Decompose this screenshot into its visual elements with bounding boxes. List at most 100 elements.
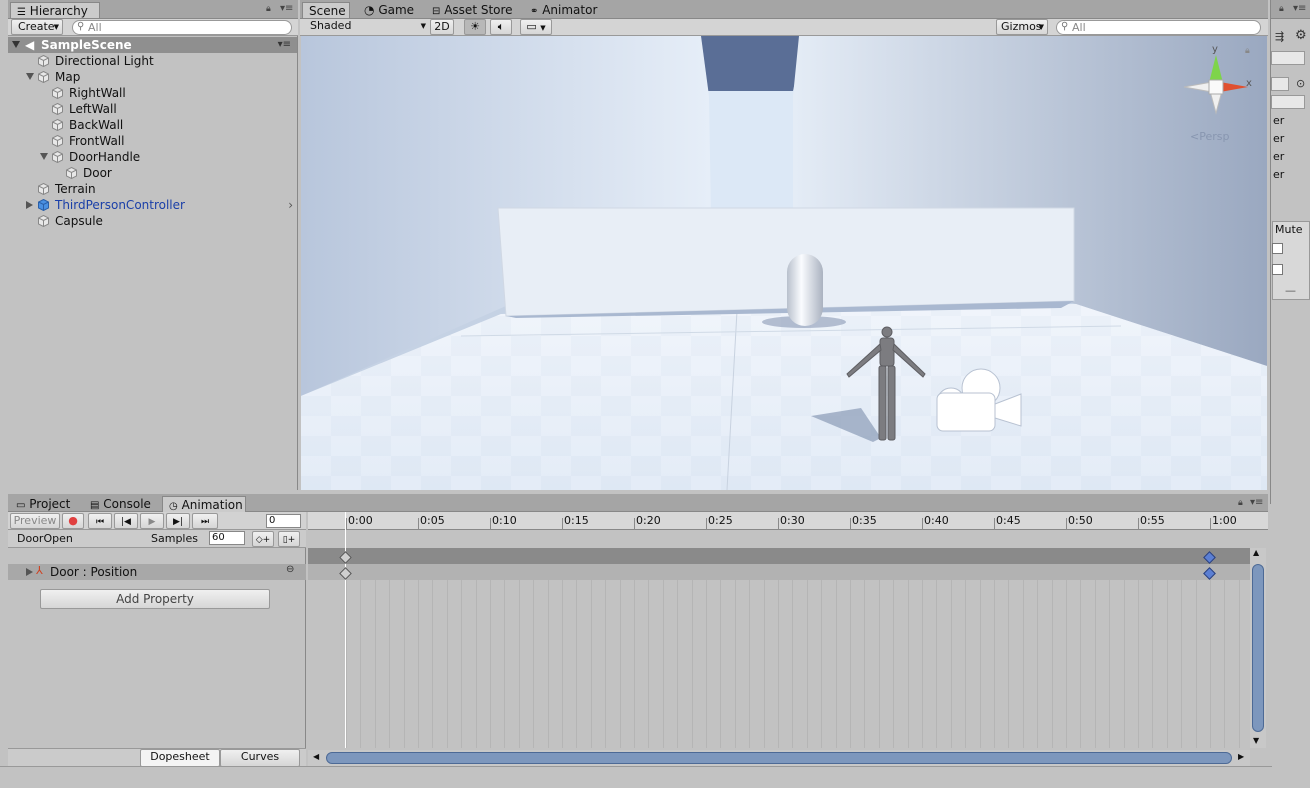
component-settings-icon[interactable]: ⇶ [1275, 30, 1284, 43]
record-button[interactable]: ● [62, 513, 84, 529]
audio-toggle[interactable]: 🔈︎ [490, 19, 512, 35]
samples-input[interactable]: 60 [209, 531, 245, 545]
inspector-row-1: er [1273, 114, 1285, 127]
scroll-right-icon[interactable]: ▶ [1238, 752, 1244, 761]
next-key-button[interactable]: ▶| [166, 513, 190, 529]
summary-track [308, 548, 1250, 564]
horizontal-scroll-thumb[interactable] [326, 752, 1232, 764]
tab-animation[interactable]: ◷ Animation [162, 496, 246, 512]
panel-menu-icon[interactable]: ▾≡ [1293, 3, 1306, 14]
timeline-major-tick [634, 518, 635, 530]
tab-hierarchy[interactable]: ☰ Hierarchy [10, 2, 100, 18]
hierarchy-item-capsule[interactable]: Capsule [8, 213, 297, 229]
clip-selector[interactable]: DoorOpen [17, 532, 73, 545]
timeline-grid-line [1239, 580, 1240, 748]
tab-console[interactable]: ▤ Console [84, 496, 157, 512]
lighting-toggle[interactable]: ☀ [464, 19, 486, 35]
target-icon[interactable]: ⊙ [1296, 77, 1305, 90]
timeline-grid-line [778, 580, 779, 748]
prev-key-button[interactable]: |◀ [114, 513, 138, 529]
horizontal-scrollbar[interactable]: ◀ ▶ [308, 750, 1250, 766]
tab-animator[interactable]: ⚭ Animator [524, 2, 603, 18]
scroll-left-icon[interactable]: ◀ [313, 752, 319, 761]
scroll-down-icon[interactable]: ▼ [1253, 736, 1259, 745]
animator-icon: ⚭ [530, 6, 539, 17]
timeline-grid-line [879, 580, 880, 748]
frame-input[interactable]: 0 [266, 514, 301, 528]
expand-arrow-icon[interactable] [26, 73, 34, 80]
remove-property-icon[interactable]: ⊖ [286, 564, 294, 575]
hierarchy-item-directional-light[interactable]: Directional Light [8, 53, 297, 69]
timeline-major-tick [490, 518, 491, 530]
mute-checkbox[interactable] [1272, 264, 1283, 275]
scene-viewport[interactable]: y x 🔒︎ <Persp [301, 36, 1267, 490]
lock-icon[interactable]: 🔒︎ [1238, 498, 1243, 508]
add-property-button[interactable]: Add Property [40, 589, 270, 609]
lock-icon[interactable]: 🔒︎ [1245, 46, 1250, 56]
hierarchy-item-rightwall[interactable]: RightWall [8, 85, 297, 101]
inspector-field-2[interactable] [1271, 77, 1289, 91]
preview-button[interactable]: Preview [10, 513, 60, 529]
hierarchy-item-backwall[interactable]: BackWall [8, 117, 297, 133]
collapsed-arrow-icon[interactable] [26, 568, 33, 576]
add-keyframe-icon: ◇+ [255, 535, 271, 545]
remove-icon[interactable]: — [1285, 284, 1296, 297]
property-row[interactable]: ⅄ Door : Position ⊖ [8, 564, 306, 580]
gizmos-dropdown[interactable]: Gizmos ▼ [996, 19, 1048, 35]
sun-icon: ☀ [470, 20, 480, 33]
hierarchy-item-terrain[interactable]: Terrain [8, 181, 297, 197]
effects-dropdown[interactable]: ▭ ▼ [520, 19, 552, 35]
scene-search-input[interactable]: All [1056, 20, 1261, 35]
scene-row[interactable]: ◀ SampleScene ▾≡ [8, 37, 297, 53]
hierarchy-item-leftwall[interactable]: LeftWall [8, 101, 297, 117]
dopesheet-area[interactable]: 0:00 0:05 0:10 0:15 0:20 0:25 0:30 0:35 0:40 0:45… [308, 512, 1268, 766]
tab-game[interactable]: ◔ Game [358, 2, 420, 18]
gear-icon[interactable]: ⚙ [1295, 28, 1307, 43]
expand-arrow-icon[interactable] [40, 153, 48, 160]
curves-button[interactable]: Curves [220, 749, 300, 767]
mute-checkbox[interactable] [1272, 243, 1283, 254]
add-event-button[interactable]: ▯+ [278, 531, 300, 547]
inspector-field-3[interactable] [1271, 95, 1305, 109]
play-button[interactable]: ▶ [140, 513, 164, 529]
first-key-button[interactable]: ⏮ [88, 513, 112, 529]
tab-project[interactable]: ▭ Project [10, 496, 76, 512]
tab-asset-store[interactable]: ⊟ Asset Store [426, 2, 519, 18]
hierarchy-item-doorhandle[interactable]: DoorHandle [8, 149, 297, 165]
prefab-icon [38, 199, 49, 211]
lock-icon[interactable]: 🔒︎ [1279, 4, 1284, 14]
timeline-grid-line [677, 580, 678, 748]
collapsed-arrow-icon[interactable] [26, 201, 33, 209]
dopesheet-button[interactable]: Dopesheet [140, 749, 220, 767]
time-ruler[interactable]: 0:00 0:05 0:10 0:15 0:20 0:25 0:30 0:35 0:40 0:45… [308, 512, 1268, 530]
hierarchy-item-door[interactable]: Door [8, 165, 297, 181]
add-keyframe-button[interactable]: ◇+ [252, 531, 274, 547]
timeline-grid-line [504, 580, 505, 748]
panel-menu-icon[interactable]: ▾≡ [280, 3, 293, 14]
panel-menu-icon[interactable]: ▾≡ [1250, 497, 1263, 508]
last-key-button[interactable]: ⏭ [192, 513, 218, 529]
hierarchy-item-thirdpersoncontroller[interactable]: ThirdPersonController › [8, 197, 297, 213]
hierarchy-search-input[interactable]: All [72, 20, 292, 35]
projection-toggle[interactable]: <Persp [1190, 130, 1229, 143]
create-button[interactable]: Create ▼ [11, 19, 63, 35]
tab-scene[interactable]: Scene [302, 2, 350, 18]
shading-mode-dropdown[interactable]: Shaded ▼ [304, 19, 426, 35]
inspector-field-1[interactable] [1271, 51, 1305, 65]
expand-arrow-icon[interactable] [12, 41, 20, 48]
dropdown-arrow-icon: ▼ [1038, 23, 1044, 31]
scene-menu-icon[interactable]: ▾≡ [278, 37, 291, 53]
vertical-scroll-thumb[interactable] [1252, 564, 1264, 732]
hierarchy-item-map[interactable]: Map [8, 69, 297, 85]
timeline-major-tick [346, 518, 347, 530]
chevron-right-icon[interactable]: › [288, 197, 293, 213]
timeline-grid-line [346, 580, 347, 748]
scroll-up-icon[interactable]: ▲ [1253, 548, 1259, 557]
timeline-tick-label: 0:05 [420, 514, 445, 527]
unity-scene-icon: ◀ [25, 38, 35, 52]
toggle-2d-button[interactable]: 2D [430, 19, 454, 35]
vertical-scrollbar[interactable]: ▲ ▼ [1250, 548, 1266, 748]
hierarchy-item-frontwall[interactable]: FrontWall [8, 133, 297, 149]
lock-icon[interactable]: 🔒︎ [266, 4, 271, 14]
scene-render [301, 36, 1267, 490]
